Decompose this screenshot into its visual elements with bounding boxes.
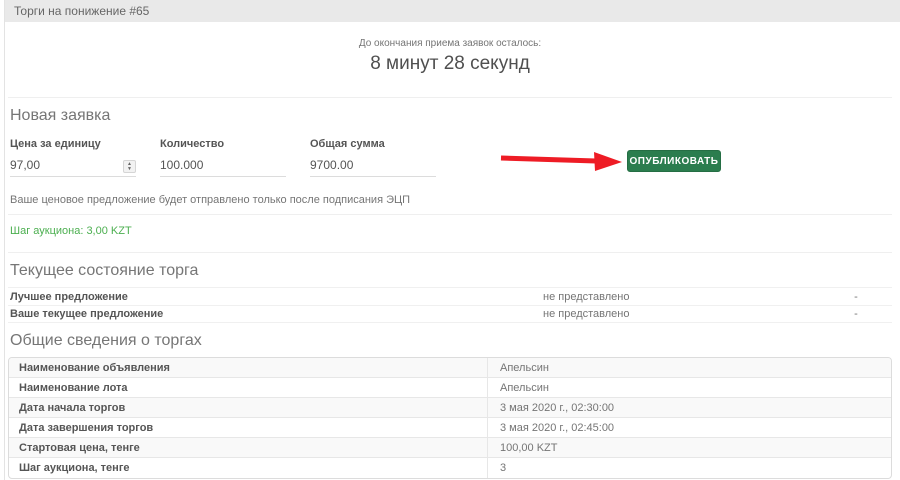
best-offer-extra: -	[820, 291, 892, 303]
general-info-table: Наименование объявления Апельсин Наимено…	[8, 357, 892, 479]
publish-button[interactable]: ОПУБЛИКОВАТЬ	[627, 150, 721, 172]
divider-note	[8, 214, 892, 215]
page-title: Торги на понижение #65	[14, 4, 149, 18]
your-offer-value: не представлено	[533, 308, 820, 320]
your-offer-label: Ваше текущее предложение	[8, 308, 533, 320]
total-sum-label: Общая сумма	[310, 138, 436, 150]
stepper-down-icon: ▼	[127, 167, 132, 172]
table-row: Дата начала торгов 3 мая 2020 г., 02:30:…	[9, 398, 891, 418]
quantity-field: Количество	[160, 138, 286, 177]
price-stepper-icon[interactable]: ▲▼	[123, 160, 136, 173]
table-row: Дата завершения торгов 3 мая 2020 г., 02…	[9, 418, 891, 438]
start-price-label: Стартовая цена, тенге	[9, 442, 487, 454]
quantity-input[interactable]	[160, 157, 286, 176]
table-row: Стартовая цена, тенге 100,00 KZT	[9, 438, 891, 458]
page-titlebar: Торги на понижение #65	[5, 0, 900, 22]
total-sum-input[interactable]	[310, 157, 436, 176]
red-arrow-annotation-icon	[498, 150, 624, 174]
announcement-name-value: Апельсин	[487, 358, 891, 377]
price-per-unit-input[interactable]	[10, 157, 136, 176]
price-per-unit-field: Цена за единицу ▲▼	[10, 138, 136, 177]
start-price-value: 100,00 KZT	[487, 438, 891, 457]
table-row: Наименование лота Апельсин	[9, 378, 891, 398]
lot-name-value: Апельсин	[487, 378, 891, 397]
divider-top	[8, 97, 892, 98]
table-row: Наименование объявления Апельсин	[9, 358, 891, 378]
quantity-label: Количество	[160, 138, 286, 150]
total-sum-input-wrap	[310, 156, 436, 177]
best-offer-label: Лучшее предложение	[8, 291, 533, 303]
countdown-label: До окончания приема заявок осталось:	[0, 38, 900, 49]
current-state-heading: Текущее состояние торга	[10, 262, 198, 280]
start-date-label: Дата начала торгов	[9, 402, 487, 414]
best-offer-value: не представлено	[533, 291, 820, 303]
new-bid-heading: Новая заявка	[10, 107, 110, 125]
your-offer-extra: -	[820, 308, 892, 320]
start-date-value: 3 мая 2020 г., 02:30:00	[487, 398, 891, 417]
auction-step-text: Шаг аукциона: 3,00 KZT	[10, 225, 132, 237]
total-sum-field: Общая сумма	[310, 138, 436, 177]
announcement-name-label: Наименование объявления	[9, 362, 487, 374]
table-row: Ваше текущее предложение не представлено…	[8, 305, 892, 323]
end-date-label: Дата завершения торгов	[9, 422, 487, 434]
countdown-block: До окончания приема заявок осталось: 8 м…	[0, 38, 900, 75]
price-per-unit-input-wrap: ▲▼	[10, 156, 136, 177]
price-per-unit-label: Цена за единицу	[10, 138, 136, 150]
ecp-note: Ваше ценовое предложение будет отправлен…	[10, 194, 410, 206]
auction-step-value: 3	[487, 458, 891, 478]
countdown-timer: 8 минут 28 секунд	[0, 53, 900, 75]
table-row: Лучшее предложение не представлено -	[8, 287, 892, 305]
table-row: Шаг аукциона, тенге 3	[9, 458, 891, 478]
end-date-value: 3 мая 2020 г., 02:45:00	[487, 418, 891, 437]
lot-name-label: Наименование лота	[9, 382, 487, 394]
general-info-heading: Общие сведения о торгах	[10, 332, 202, 350]
current-state-table: Лучшее предложение не представлено - Ваш…	[8, 287, 892, 323]
quantity-input-wrap	[160, 156, 286, 177]
divider-step	[8, 252, 892, 253]
auction-step-label: Шаг аукциона, тенге	[9, 462, 487, 474]
